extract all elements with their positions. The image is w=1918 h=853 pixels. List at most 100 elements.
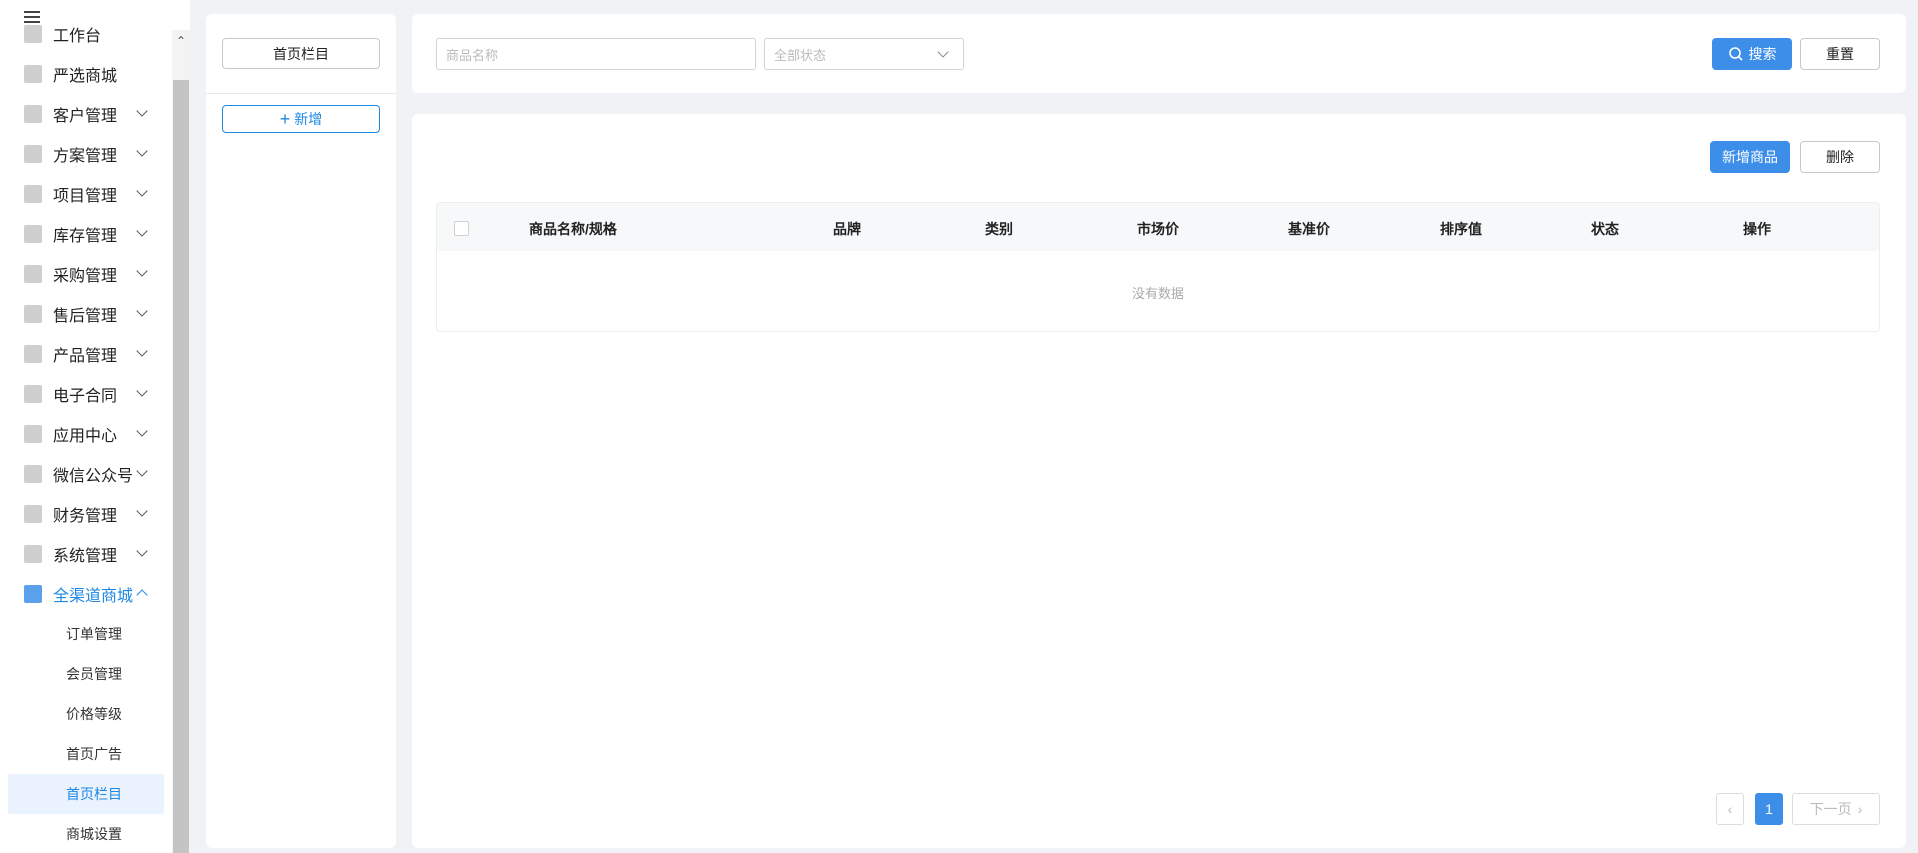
sidebar-subitem[interactable]: 首页栏目 bbox=[8, 774, 164, 814]
sidebar-item-plan[interactable]: 方案管理 bbox=[0, 134, 172, 174]
column-header-name[interactable]: 商品名称/规格 bbox=[529, 219, 617, 239]
next-page-label: 下一页 bbox=[1809, 801, 1852, 817]
sidebar-subitem[interactable]: 首页广告 bbox=[0, 734, 172, 774]
sidebar-item-wechat[interactable]: 微信公众号 bbox=[0, 454, 172, 494]
empty-state-text: 没有数据 bbox=[1131, 286, 1184, 301]
sidebar-item-box[interactable]: 产品管理 bbox=[0, 334, 172, 374]
sidebar-item-label: 库存管理 bbox=[53, 228, 118, 245]
search-button[interactable]: 搜索 bbox=[1712, 38, 1792, 70]
sidebar-subitem[interactable]: 订单管理 bbox=[0, 614, 172, 654]
sidebar-item-finance[interactable]: 财务管理 bbox=[0, 494, 172, 534]
folder-icon bbox=[24, 185, 42, 203]
sidebar-item-label: 方案管理 bbox=[53, 148, 118, 165]
sidebar-item-label: 采购管理 bbox=[53, 268, 118, 285]
sidebar-scrollbar[interactable]: ⌃ bbox=[172, 30, 190, 853]
sidebar-item-mall[interactable]: 严选商城 bbox=[0, 54, 172, 94]
sidebar-item-label: 售后管理 bbox=[53, 308, 118, 325]
search-panel: 商品名称 全部状态 搜索 重置 bbox=[412, 14, 1906, 93]
add-column-button[interactable]: + 新增 bbox=[222, 105, 380, 133]
chevron-down-icon bbox=[136, 505, 148, 517]
sidebar-item-label: 严选商城 bbox=[53, 68, 118, 85]
column-header-sort-value[interactable]: 排序值 bbox=[1440, 219, 1482, 239]
column-header-status[interactable]: 状态 bbox=[1591, 219, 1619, 239]
sidebar-item-label: 客户管理 bbox=[53, 108, 118, 125]
sidebar-item-shop[interactable]: 全渠道商城 bbox=[0, 574, 172, 614]
column-header-market-price[interactable]: 市场价 bbox=[1137, 219, 1179, 239]
reset-button[interactable]: 重置 bbox=[1800, 38, 1880, 70]
inventory-icon bbox=[24, 225, 42, 243]
chevron-down-icon bbox=[136, 185, 148, 197]
column-header-category[interactable]: 类别 bbox=[985, 219, 1013, 239]
product-name-placeholder: 商品名称 bbox=[446, 47, 499, 63]
sidebar-item-dashboard[interactable]: 工作台 bbox=[0, 14, 172, 54]
chevron-down-icon bbox=[136, 305, 148, 317]
sidebar-item-customer[interactable]: 客户管理 bbox=[0, 94, 172, 134]
apps-icon bbox=[24, 425, 42, 443]
chevron-down-icon bbox=[136, 225, 148, 237]
customer-icon bbox=[24, 105, 42, 123]
add-product-button[interactable]: 新增商品 bbox=[1710, 141, 1790, 173]
chevron-left-icon: ‹ bbox=[1727, 801, 1733, 817]
sidebar-item-inventory[interactable]: 库存管理 bbox=[0, 214, 172, 254]
finance-icon bbox=[24, 505, 42, 523]
select-all-checkbox[interactable] bbox=[454, 221, 469, 236]
search-icon bbox=[1728, 47, 1743, 61]
sidebar-item-label: 应用中心 bbox=[53, 428, 118, 445]
chevron-up-icon bbox=[136, 589, 148, 601]
sidebar-menu: 工作台严选商城客户管理方案管理项目管理库存管理采购管理售后管理产品管理电子合同应… bbox=[0, 14, 172, 853]
chevron-down-icon bbox=[136, 265, 148, 277]
sidebar-item-label: 产品管理 bbox=[53, 348, 118, 365]
sidebar: 工作台严选商城客户管理方案管理项目管理库存管理采购管理售后管理产品管理电子合同应… bbox=[0, 0, 190, 853]
box-icon bbox=[24, 345, 42, 363]
sidebar-subitem[interactable]: 会员管理 bbox=[0, 654, 172, 694]
search-button-label: 搜索 bbox=[1748, 46, 1777, 62]
sidebar-item-apps[interactable]: 应用中心 bbox=[0, 414, 172, 454]
table-header: 商品名称/规格 品牌 类别 市场价 基准价 排序值 状态 操作 bbox=[437, 203, 1879, 251]
sidebar-item-label: 电子合同 bbox=[53, 388, 118, 405]
product-table: 商品名称/规格 品牌 类别 市场价 基准价 排序值 状态 操作 没有数据 bbox=[436, 202, 1880, 332]
cart-icon bbox=[24, 265, 42, 283]
plus-icon: + bbox=[279, 109, 291, 129]
mall-icon bbox=[24, 65, 42, 83]
chevron-down-icon bbox=[136, 345, 148, 357]
chevron-down-icon bbox=[136, 465, 148, 477]
contract-icon bbox=[24, 385, 42, 403]
chevron-down-icon bbox=[136, 425, 148, 437]
sidebar-item-contract[interactable]: 电子合同 bbox=[0, 374, 172, 414]
delete-button[interactable]: 删除 bbox=[1800, 141, 1880, 173]
prev-page-button[interactable]: ‹ bbox=[1716, 793, 1744, 825]
sidebar-item-label: 工作台 bbox=[53, 28, 102, 45]
product-name-input[interactable]: 商品名称 bbox=[436, 38, 756, 70]
column-header-base-price[interactable]: 基准价 bbox=[1288, 219, 1330, 239]
status-select[interactable]: 全部状态 bbox=[764, 38, 964, 70]
sidebar-item-headset[interactable]: 售后管理 bbox=[0, 294, 172, 334]
column-header-actions: 操作 bbox=[1743, 221, 1771, 237]
column-header-brand[interactable]: 品牌 bbox=[833, 219, 861, 239]
headset-icon bbox=[24, 305, 42, 323]
sidebar-subitem[interactable]: 商城设置 bbox=[0, 814, 172, 853]
column-panel: 首页栏目 + 新增 bbox=[206, 14, 396, 848]
column-item-button[interactable]: 首页栏目 bbox=[222, 38, 380, 69]
plan-icon bbox=[24, 145, 42, 163]
sidebar-item-label: 项目管理 bbox=[53, 188, 118, 205]
page-button-current[interactable]: 1 bbox=[1755, 793, 1783, 825]
chevron-down-icon bbox=[937, 46, 949, 58]
sidebar-item-cart[interactable]: 采购管理 bbox=[0, 254, 172, 294]
chevron-down-icon bbox=[136, 145, 148, 157]
divider bbox=[206, 93, 396, 94]
sidebar-item-label: 财务管理 bbox=[53, 508, 118, 525]
scroll-up-icon[interactable]: ⌃ bbox=[176, 35, 186, 47]
wechat-icon bbox=[24, 465, 42, 483]
next-page-button[interactable]: 下一页 › bbox=[1792, 793, 1880, 825]
main-panel: 新增商品 删除 商品名称/规格 品牌 类别 市场价 基准价 排序值 状态 操作 … bbox=[412, 114, 1906, 848]
sidebar-item-settings[interactable]: 系统管理 bbox=[0, 534, 172, 574]
sidebar-item-label: 全渠道商城 bbox=[53, 588, 134, 605]
settings-icon bbox=[24, 545, 42, 563]
scroll-thumb[interactable] bbox=[173, 80, 189, 853]
sidebar-subitem[interactable]: 价格等级 bbox=[0, 694, 172, 734]
sidebar-item-label: 微信公众号 bbox=[53, 468, 134, 485]
chevron-down-icon bbox=[136, 545, 148, 557]
shop-icon bbox=[24, 585, 42, 603]
add-column-label: 新增 bbox=[294, 111, 323, 127]
sidebar-item-folder[interactable]: 项目管理 bbox=[0, 174, 172, 214]
